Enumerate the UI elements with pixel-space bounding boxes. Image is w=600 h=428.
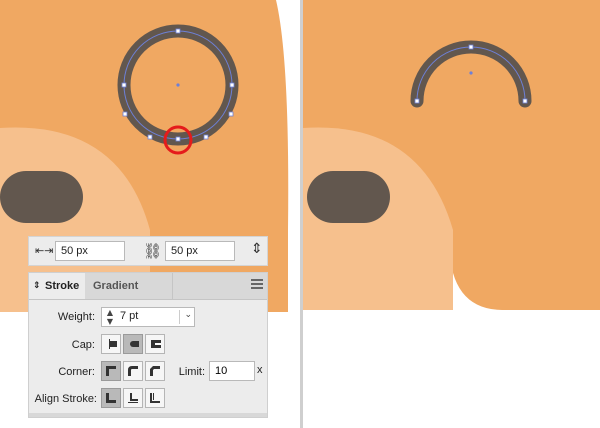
weight-field[interactable]: ▲ ▼ 7 pt ⌄	[101, 307, 195, 327]
projecting-cap-icon	[151, 340, 161, 348]
center-point	[469, 71, 473, 75]
size-bar: ⇤⇥ ⛓ ⇕	[28, 236, 268, 266]
butt-cap-button[interactable]	[101, 334, 121, 354]
weight-stepper-icon[interactable]: ▲ ▼	[104, 308, 116, 326]
round-join-button[interactable]	[123, 361, 143, 381]
align-center-icon	[106, 393, 116, 403]
limit-label: Limit:	[178, 366, 205, 378]
right-artwork	[303, 0, 600, 310]
left-artboard-panel: ⇤⇥ ⛓ ⇕ ⇕ Stroke Gradient Weight: ▲▼ 7 pt…	[0, 0, 300, 428]
projecting-cap-button[interactable]	[145, 334, 165, 354]
panel-tabs: ⇕ Stroke Gradient	[29, 273, 267, 300]
round-cap-button[interactable]	[123, 334, 143, 354]
align-stroke-label: Align Stroke:	[34, 393, 97, 405]
tab-gradient-label: Gradient	[93, 280, 139, 292]
dark-pill-shape	[0, 171, 83, 223]
weight-label: Weight:	[57, 311, 95, 323]
align-center-button[interactable]	[101, 388, 121, 408]
panel-bottom-edge	[29, 413, 267, 417]
miter-join-icon	[106, 366, 116, 376]
bevel-join-icon	[150, 366, 160, 376]
broken-link-icon[interactable]: ⛓	[143, 242, 162, 260]
bevel-join-button[interactable]	[145, 361, 165, 381]
cap-label: Cap:	[71, 339, 95, 351]
height-input[interactable]	[165, 241, 235, 261]
round-join-icon	[128, 366, 138, 376]
limit-unit: x	[257, 364, 263, 376]
limit-input[interactable]	[209, 361, 255, 381]
butt-cap-icon	[109, 339, 117, 349]
panel-menu-icon[interactable]	[251, 279, 263, 291]
miter-join-button[interactable]	[101, 361, 121, 381]
width-input[interactable]	[55, 241, 125, 261]
height-arrows-icon: ⇕	[251, 241, 263, 257]
weight-dropdown-chevron-icon[interactable]: ⌄	[179, 310, 192, 324]
stroke-panel: ⇕ Stroke Gradient Weight: ▲ ▼ 7 pt ⌄ Cap:	[28, 272, 268, 418]
center-point	[176, 83, 180, 87]
align-inside-button[interactable]	[123, 388, 143, 408]
corner-label: Corner:	[58, 366, 95, 378]
tab-stroke-label: Stroke	[45, 280, 80, 292]
width-arrows-icon: ⇤⇥	[35, 244, 54, 257]
dark-pill-shape	[307, 171, 390, 223]
tab-stroke[interactable]: ⇕ Stroke	[29, 273, 85, 299]
align-inside-icon	[128, 393, 138, 403]
align-outside-button[interactable]	[145, 388, 165, 408]
right-artboard-panel	[303, 0, 600, 428]
collapse-chevron-icon[interactable]: ⇕	[33, 273, 41, 299]
weight-value: 7 pt	[120, 310, 139, 322]
tab-gradient[interactable]: Gradient	[85, 273, 173, 299]
round-cap-icon	[130, 341, 139, 347]
align-outside-icon	[150, 393, 160, 403]
